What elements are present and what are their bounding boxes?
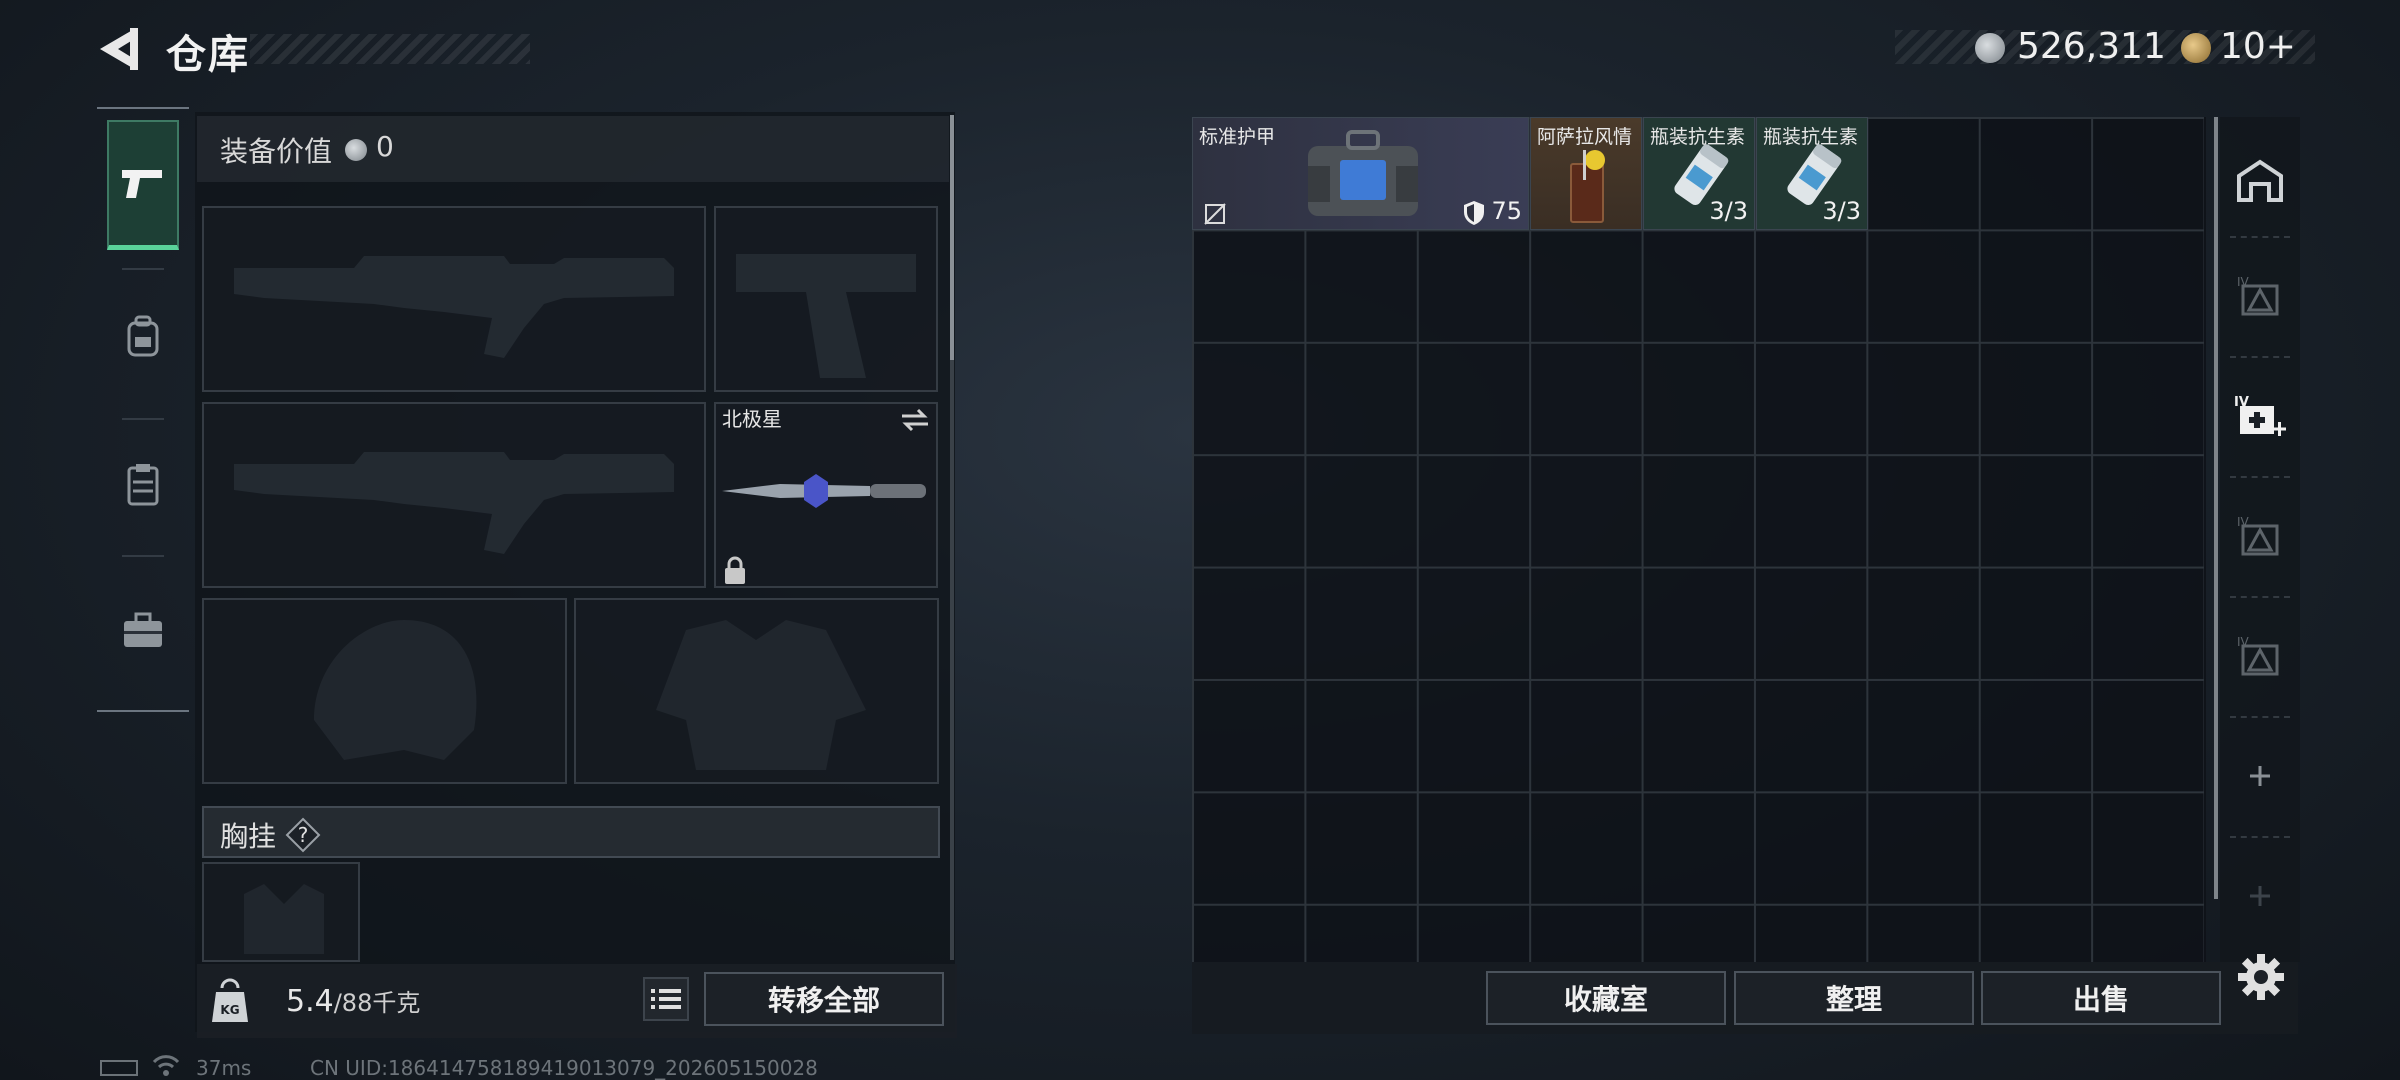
plus-icon xyxy=(2250,766,2270,786)
plus-icon xyxy=(2250,886,2270,906)
briefcase-icon xyxy=(124,612,162,647)
tab-divider xyxy=(2230,356,2290,358)
user-uid: CN UID:1864147581894190130​79_2026051500… xyxy=(310,1056,818,1080)
tabs-divider-bottom xyxy=(97,710,189,712)
pistol-silhouette-icon xyxy=(736,254,916,378)
item-name: 阿萨拉风情 xyxy=(1537,126,1633,148)
ping-readout: 37ms xyxy=(196,1056,252,1080)
drink-icon xyxy=(1570,150,1605,223)
storage-tab-main[interactable] xyxy=(2225,140,2295,220)
tab-divider xyxy=(2230,716,2290,718)
item-drink[interactable]: 阿萨拉风情 xyxy=(1530,117,1642,230)
equipment-value: 0 xyxy=(376,130,394,163)
lock-icon xyxy=(723,556,747,586)
help-mark: ? xyxy=(298,823,309,847)
helmet-silhouette-icon xyxy=(314,620,477,760)
item-count: 3/3 xyxy=(1709,197,1748,225)
locked-storage-icon: IV xyxy=(2237,275,2279,316)
storage-grid[interactable] xyxy=(1192,117,2204,962)
add-storage-button-disabled xyxy=(2225,856,2295,936)
tab-weapons[interactable] xyxy=(107,120,179,250)
expand-storage-icon: IV xyxy=(2234,395,2286,436)
gold-coin-icon xyxy=(2181,33,2211,63)
pistol-slot[interactable] xyxy=(714,206,938,392)
silver-coin-icon xyxy=(345,139,367,161)
back-button[interactable] xyxy=(96,24,144,74)
tab-divider xyxy=(122,555,164,557)
storage-room-button[interactable]: 收藏室 xyxy=(1486,971,1726,1025)
svg-text:KG: KG xyxy=(220,1003,239,1017)
chest-rig-silhouette-icon xyxy=(244,884,324,954)
scrollbar-thumb[interactable] xyxy=(2214,117,2218,899)
tab-case[interactable] xyxy=(107,565,179,695)
melee-name: 北极星 xyxy=(722,407,782,431)
battery-icon xyxy=(100,1060,138,1076)
secondary-weapon-slot[interactable] xyxy=(202,402,706,588)
tab-divider xyxy=(2230,836,2290,838)
storage-tab-add-iv[interactable]: IV xyxy=(2225,376,2295,456)
tabs-divider-top xyxy=(97,107,189,109)
list-icon xyxy=(651,989,681,1009)
helmet-slot[interactable] xyxy=(202,598,567,784)
transfer-all-button[interactable]: 转移全部 xyxy=(704,972,944,1026)
tab-divider xyxy=(2230,476,2290,478)
warehouse-icon xyxy=(2237,159,2283,202)
knife-icon xyxy=(720,470,930,512)
rifle-silhouette-icon xyxy=(234,256,674,358)
item-antibiotics[interactable]: 瓶装抗生素 3/3 xyxy=(1643,117,1755,230)
swap-icon[interactable] xyxy=(900,406,930,434)
gold-amount[interactable]: 10+ xyxy=(2220,26,2296,67)
locked-storage-icon: IV xyxy=(2237,635,2279,676)
item-antibiotics[interactable]: 瓶装抗生素 3/3 xyxy=(1756,117,1868,230)
primary-weapon-slot[interactable] xyxy=(202,206,706,392)
scrollbar-thumb[interactable] xyxy=(950,115,954,360)
vest-icon xyxy=(127,464,159,506)
item-durability: 75 xyxy=(1491,197,1522,225)
title-stripe xyxy=(250,34,530,64)
locked-storage-icon: IV xyxy=(2237,515,2279,556)
gear-icon xyxy=(2238,954,2284,1000)
add-storage-button[interactable] xyxy=(2225,736,2295,816)
item-standard-armor[interactable]: 标准护甲 75 xyxy=(1192,117,1529,230)
no-insure-icon xyxy=(1204,203,1226,225)
equipment-value-label: 装备价值 xyxy=(220,135,333,168)
back-arrow-icon xyxy=(100,28,138,70)
armor-bag-icon xyxy=(1308,130,1418,216)
storage-tab-iv-1[interactable]: IV xyxy=(2225,256,2295,336)
page-title: 仓库 xyxy=(166,32,250,78)
backpack-icon xyxy=(127,315,159,357)
rifle-silhouette-icon xyxy=(234,452,674,554)
chest-rig-label: 胸挂 xyxy=(220,820,277,853)
list-view-button[interactable] xyxy=(643,977,689,1021)
silver-coin-icon xyxy=(1975,33,2005,63)
body-armor-slot[interactable] xyxy=(574,598,939,784)
tab-backpack[interactable] xyxy=(107,272,179,402)
weight-kg-icon: KG xyxy=(210,978,250,1024)
sell-button[interactable]: 出售 xyxy=(1981,971,2221,1025)
storage-tab-iv-2[interactable]: IV xyxy=(2225,496,2295,576)
item-count: 3/3 xyxy=(1822,197,1861,225)
armor-silhouette-icon xyxy=(656,620,866,770)
durability-shield-icon xyxy=(1464,201,1484,225)
tab-divider xyxy=(2230,596,2290,598)
money-amount: 526,311 xyxy=(2017,26,2166,67)
tab-vest[interactable] xyxy=(107,420,179,550)
item-name: 标准护甲 xyxy=(1199,126,1276,148)
organize-button[interactable]: 整理 xyxy=(1734,971,1974,1025)
tab-divider xyxy=(2230,236,2290,238)
weight-readout: 5.4/88千克 xyxy=(286,983,420,1019)
help-icon[interactable]: ? xyxy=(285,817,321,853)
weight-capacity: /88千克 xyxy=(333,989,421,1017)
weight-current: 5.4 xyxy=(286,984,334,1019)
chest-rig-slot[interactable] xyxy=(202,862,360,962)
storage-tab-iv-3[interactable]: IV xyxy=(2225,616,2295,696)
settings-button[interactable] xyxy=(2236,952,2286,1002)
tab-divider xyxy=(122,268,164,270)
pistol-icon xyxy=(122,169,162,198)
wifi-icon xyxy=(152,1054,180,1076)
